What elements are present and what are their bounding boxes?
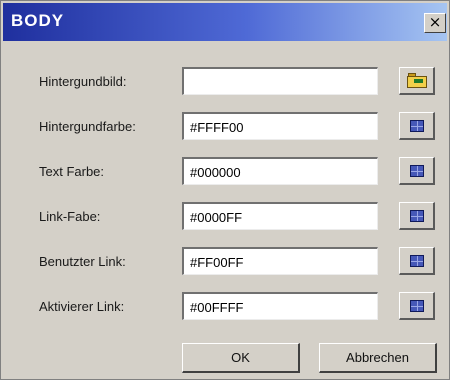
close-button[interactable]: × xyxy=(424,13,446,33)
background-color-picker-button[interactable] xyxy=(399,112,435,140)
active-link-color-picker-button[interactable] xyxy=(399,292,435,320)
link-color-picker-button[interactable] xyxy=(399,202,435,230)
active-link-color-row: Aktivierer Link: #00FFFF xyxy=(1,290,450,324)
color-palette-icon xyxy=(409,299,424,312)
ok-button[interactable]: OK xyxy=(182,343,300,373)
cancel-button[interactable]: Abbrechen xyxy=(319,343,437,373)
close-icon: × xyxy=(428,13,442,31)
text-color-row: Text Farbe: #000000 xyxy=(1,155,450,189)
text-color-input[interactable]: #000000 xyxy=(182,157,378,185)
background-color-row: Hintergundfarbe: #FFFF00 xyxy=(1,110,450,144)
visited-link-color-label: Benutzter Link: xyxy=(39,254,126,269)
background-color-label: Hintergundfarbe: xyxy=(39,119,136,134)
link-color-input[interactable]: #0000FF xyxy=(182,202,378,230)
browse-image-button[interactable] xyxy=(399,67,435,95)
background-color-input[interactable]: #FFFF00 xyxy=(182,112,378,140)
title-bar: BODY × xyxy=(3,3,447,41)
color-palette-icon xyxy=(409,254,424,267)
folder-open-icon xyxy=(406,73,427,88)
visited-link-color-row: Benutzter Link: #FF00FF xyxy=(1,245,450,279)
active-link-color-input[interactable]: #00FFFF xyxy=(182,292,378,320)
color-palette-icon xyxy=(409,119,424,132)
background-image-label: Hintergundbild: xyxy=(39,74,127,89)
text-color-label: Text Farbe: xyxy=(39,164,105,179)
active-link-color-label: Aktivierer Link: xyxy=(39,299,125,314)
background-image-row: Hintergundbild: xyxy=(1,65,450,99)
dialog-title: BODY xyxy=(11,11,65,30)
text-color-picker-button[interactable] xyxy=(399,157,435,185)
color-palette-icon xyxy=(409,209,424,222)
visited-link-color-input[interactable]: #FF00FF xyxy=(182,247,378,275)
link-color-row: Link-Fabe: #0000FF xyxy=(1,200,450,234)
background-image-input[interactable] xyxy=(182,67,378,95)
visited-link-color-picker-button[interactable] xyxy=(399,247,435,275)
body-properties-dialog: BODY × Hintergundbild: Hintergundfarbe: … xyxy=(0,0,450,380)
color-palette-icon xyxy=(409,164,424,177)
link-color-label: Link-Fabe: xyxy=(39,209,101,224)
